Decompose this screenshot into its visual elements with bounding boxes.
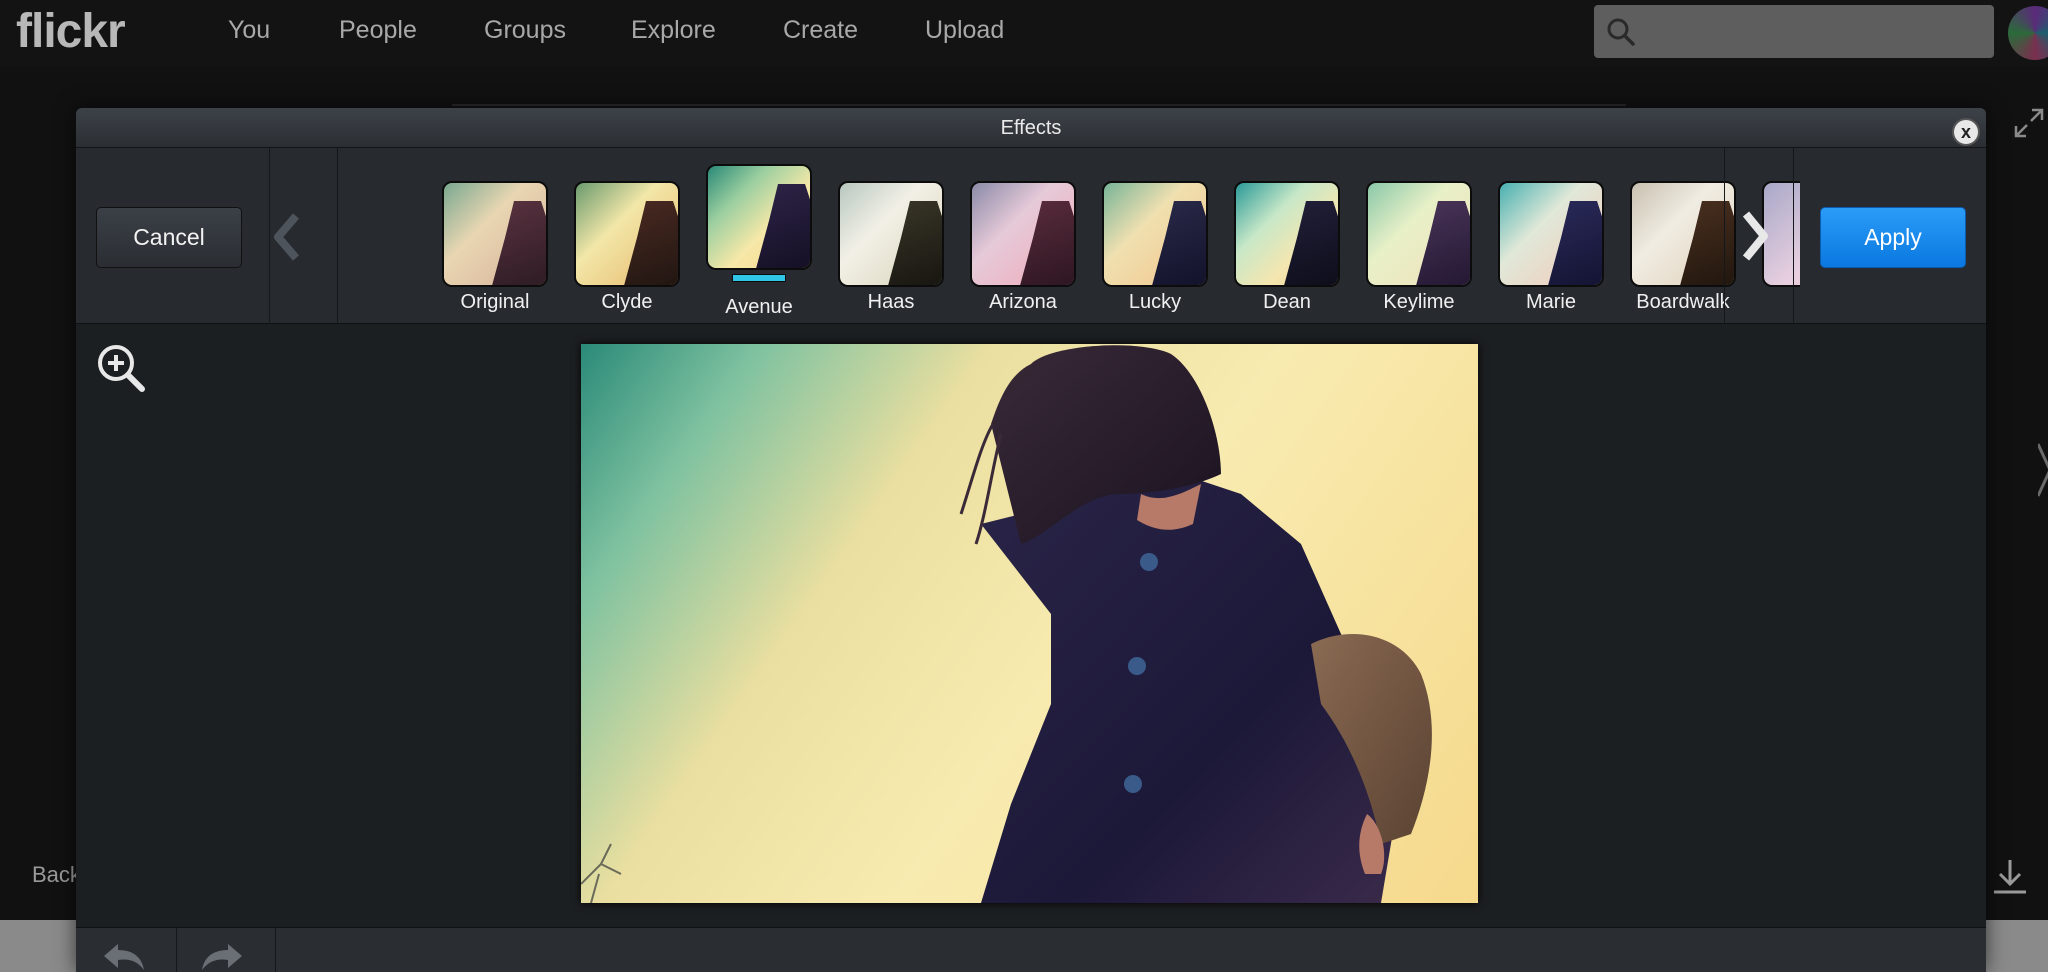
chevron-right-icon[interactable] [1740, 210, 1772, 262]
effect-thumb-avenue[interactable]: Avenue [706, 164, 812, 319]
effects-modal: Effects x Cancel Original Clyde Avenue H… [76, 108, 1986, 972]
flickr-logo[interactable]: flickr [16, 4, 126, 59]
expand-icon[interactable] [2012, 106, 2046, 140]
effect-preview [442, 181, 548, 287]
redo-icon[interactable] [200, 940, 246, 970]
effect-preview [1630, 181, 1736, 287]
effect-thumb-haas[interactable]: Haas [838, 181, 944, 314]
effects-strip: Original Clyde Avenue Haas Arizona Lucky… [338, 148, 1800, 324]
download-icon[interactable] [1990, 856, 2030, 896]
close-button[interactable]: x [1952, 118, 1980, 146]
divider [275, 928, 276, 972]
divider [176, 928, 177, 972]
effect-label: Marie [1525, 291, 1576, 313]
page: flickr You People Groups Explore Create … [0, 0, 2048, 972]
modal-titlebar: Effects x [76, 108, 1986, 148]
effect-thumb-keylime[interactable]: Keylime [1366, 181, 1472, 314]
nav-upload[interactable]: Upload [925, 16, 1004, 45]
effect-label: Avenue [725, 296, 793, 318]
effect-preview [1498, 181, 1604, 287]
effect-preview [838, 181, 944, 287]
background-divider [452, 104, 1626, 106]
effect-thumb-dean[interactable]: Dean [1234, 181, 1340, 314]
effect-preview [1102, 181, 1208, 287]
modal-title: Effects [1000, 117, 1062, 139]
effect-preview [1234, 181, 1340, 287]
search-input[interactable] [1594, 5, 1994, 58]
photo-canvas [76, 325, 1986, 927]
nav-people[interactable]: People [339, 16, 417, 45]
avatar[interactable] [2008, 6, 2048, 60]
effect-thumb-lucky[interactable]: Lucky [1102, 181, 1208, 314]
effect-thumb-boardwalk[interactable]: Boardwalk [1630, 181, 1736, 314]
zoom-in-icon[interactable] [96, 343, 148, 395]
effect-label: Dean [1263, 291, 1311, 313]
effect-label: Arizona [989, 291, 1057, 313]
divider [1793, 148, 1794, 324]
effect-preview [574, 181, 680, 287]
effects-toolbar: Cancel Original Clyde Avenue Haas Arizon… [76, 148, 1986, 324]
effect-thumb-arizona[interactable]: Arizona [970, 181, 1076, 314]
effect-label: Lucky [1128, 291, 1182, 313]
nav-you[interactable]: You [228, 16, 270, 45]
effect-label: Haas [867, 291, 915, 313]
back-link[interactable]: Back [32, 862, 81, 888]
effect-preview [1366, 181, 1472, 287]
effect-preview [706, 164, 812, 270]
effect-thumb-original[interactable]: Original [442, 181, 548, 314]
effect-label: Clyde [601, 291, 653, 313]
effect-thumb-clyde[interactable]: Clyde [574, 181, 680, 314]
chevron-left-icon[interactable] [270, 212, 302, 262]
history-bar [76, 927, 1986, 972]
divider [1724, 148, 1725, 324]
nav-create[interactable]: Create [783, 16, 858, 45]
selected-indicator [732, 274, 786, 282]
cancel-button[interactable]: Cancel [96, 207, 242, 268]
apply-button[interactable]: Apply [1820, 207, 1966, 268]
undo-icon[interactable] [100, 940, 146, 970]
effect-label: Boardwalk [1636, 291, 1730, 313]
top-navigation: flickr You People Groups Explore Create … [0, 0, 2048, 66]
effect-preview [970, 181, 1076, 287]
search-icon [1607, 18, 1635, 46]
photo-preview [581, 344, 1478, 903]
photo-subject [581, 345, 1432, 903]
nav-groups[interactable]: Groups [484, 16, 566, 45]
effect-label: Original [460, 291, 530, 313]
effect-label: Keylime [1383, 291, 1455, 313]
nav-explore[interactable]: Explore [631, 16, 716, 45]
effect-thumb-marie[interactable]: Marie [1498, 181, 1604, 314]
chevron-right-icon[interactable] [2038, 440, 2048, 500]
